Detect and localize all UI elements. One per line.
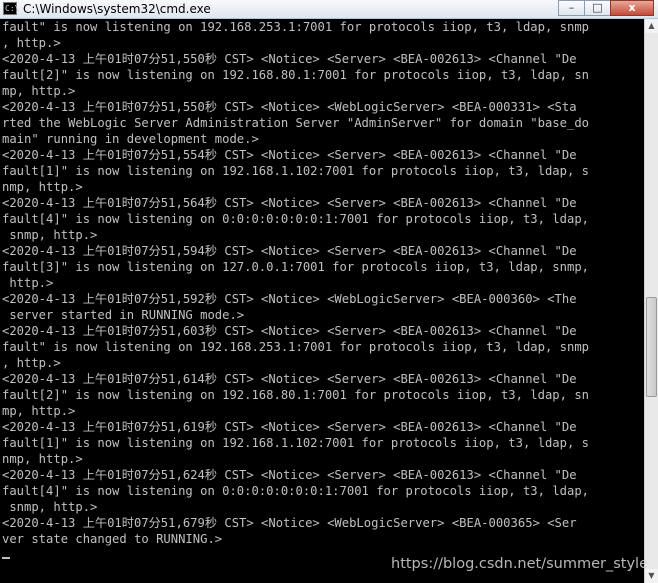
scrollbar-thumb[interactable] [646, 297, 657, 397]
console-line: fault[1]" is now listening on 192.168.1.… [2, 164, 589, 178]
cmd-app-icon[interactable]: C:\ [3, 2, 19, 15]
vertical-scrollbar[interactable]: ▲ ▼ [644, 19, 658, 583]
console-line: fault" is now listening on 192.168.253.1… [2, 340, 589, 354]
console-line: <2020-4-13 上午01时07分51,619秒 CST> <Notice>… [2, 420, 577, 434]
console-line: fault" is now listening on 192.168.253.1… [2, 20, 589, 34]
console-line: fault[2]" is now listening on 192.168.80… [2, 68, 589, 82]
text-cursor [2, 557, 10, 559]
console-line: rted the WebLogic Server Administration … [2, 116, 589, 130]
console-line: , http.> [2, 36, 61, 50]
console-line: <2020-4-13 上午01时07分51,592秒 CST> <Notice>… [2, 292, 577, 306]
console-line: <2020-4-13 上午01时07分51,614秒 CST> <Notice>… [2, 372, 577, 386]
console-line: http.> [2, 276, 54, 290]
console-line: fault[4]" is now listening on 0:0:0:0:0:… [2, 212, 589, 226]
console-line: fault[3]" is now listening on 127.0.0.1:… [2, 260, 589, 274]
console-line: <2020-4-13 上午01时07分51,550秒 CST> <Notice>… [2, 52, 577, 66]
console-line: <2020-4-13 上午01时07分51,550秒 CST> <Notice>… [2, 100, 577, 114]
console-line: snmp, http.> [2, 228, 98, 242]
console-line: nmp, http.> [2, 452, 83, 466]
console-line: <2020-4-13 上午01时07分51,679秒 CST> <Notice>… [2, 516, 577, 530]
console-line: mp, http.> [2, 404, 76, 418]
console-line: , http.> [2, 356, 61, 370]
console-line: fault[2]" is now listening on 192.168.80… [2, 388, 589, 402]
console-line: <2020-4-13 上午01时07分51,603秒 CST> <Notice>… [2, 324, 577, 338]
maximize-button[interactable]: □ [584, 0, 611, 16]
close-button[interactable]: x [610, 0, 654, 16]
minimize-button[interactable]: – [558, 0, 585, 16]
console-line: mp, http.> [2, 84, 76, 98]
watermark: https://blog.csdn.net/summer_style [391, 556, 648, 572]
window-title: C:\Windows\system32\cmd.exe [23, 2, 211, 16]
console-line: nmp, http.> [2, 180, 83, 194]
console-line: <2020-4-13 上午01时07分51,624秒 CST> <Notice>… [2, 468, 577, 482]
console-line: <2020-4-13 上午01时07分51,564秒 CST> <Notice>… [2, 196, 577, 210]
console-line: fault[4]" is now listening on 0:0:0:0:0:… [2, 484, 589, 498]
console-line: <2020-4-13 上午01时07分51,594秒 CST> <Notice>… [2, 244, 577, 258]
caption-buttons: – □ x [558, 0, 654, 17]
console-line: <2020-4-13 上午01时07分51,554秒 CST> <Notice>… [2, 148, 577, 162]
console-line: server started in RUNNING mode.> [2, 308, 245, 322]
scroll-up-arrow-icon[interactable]: ▲ [645, 19, 658, 33]
console-line: snmp, http.> [2, 500, 98, 514]
cmd-window: C:\ C:\Windows\system32\cmd.exe – □ x fa… [0, 0, 658, 583]
title-bar[interactable]: C:\ C:\Windows\system32\cmd.exe – □ x [0, 0, 658, 19]
console-line: main" running in development mode.> [2, 132, 259, 146]
console-output[interactable]: fault" is now listening on 192.168.253.1… [0, 19, 644, 583]
console-line: fault[1]" is now listening on 192.168.1.… [2, 436, 589, 450]
console-line: ver state changed to RUNNING.> [2, 532, 223, 546]
